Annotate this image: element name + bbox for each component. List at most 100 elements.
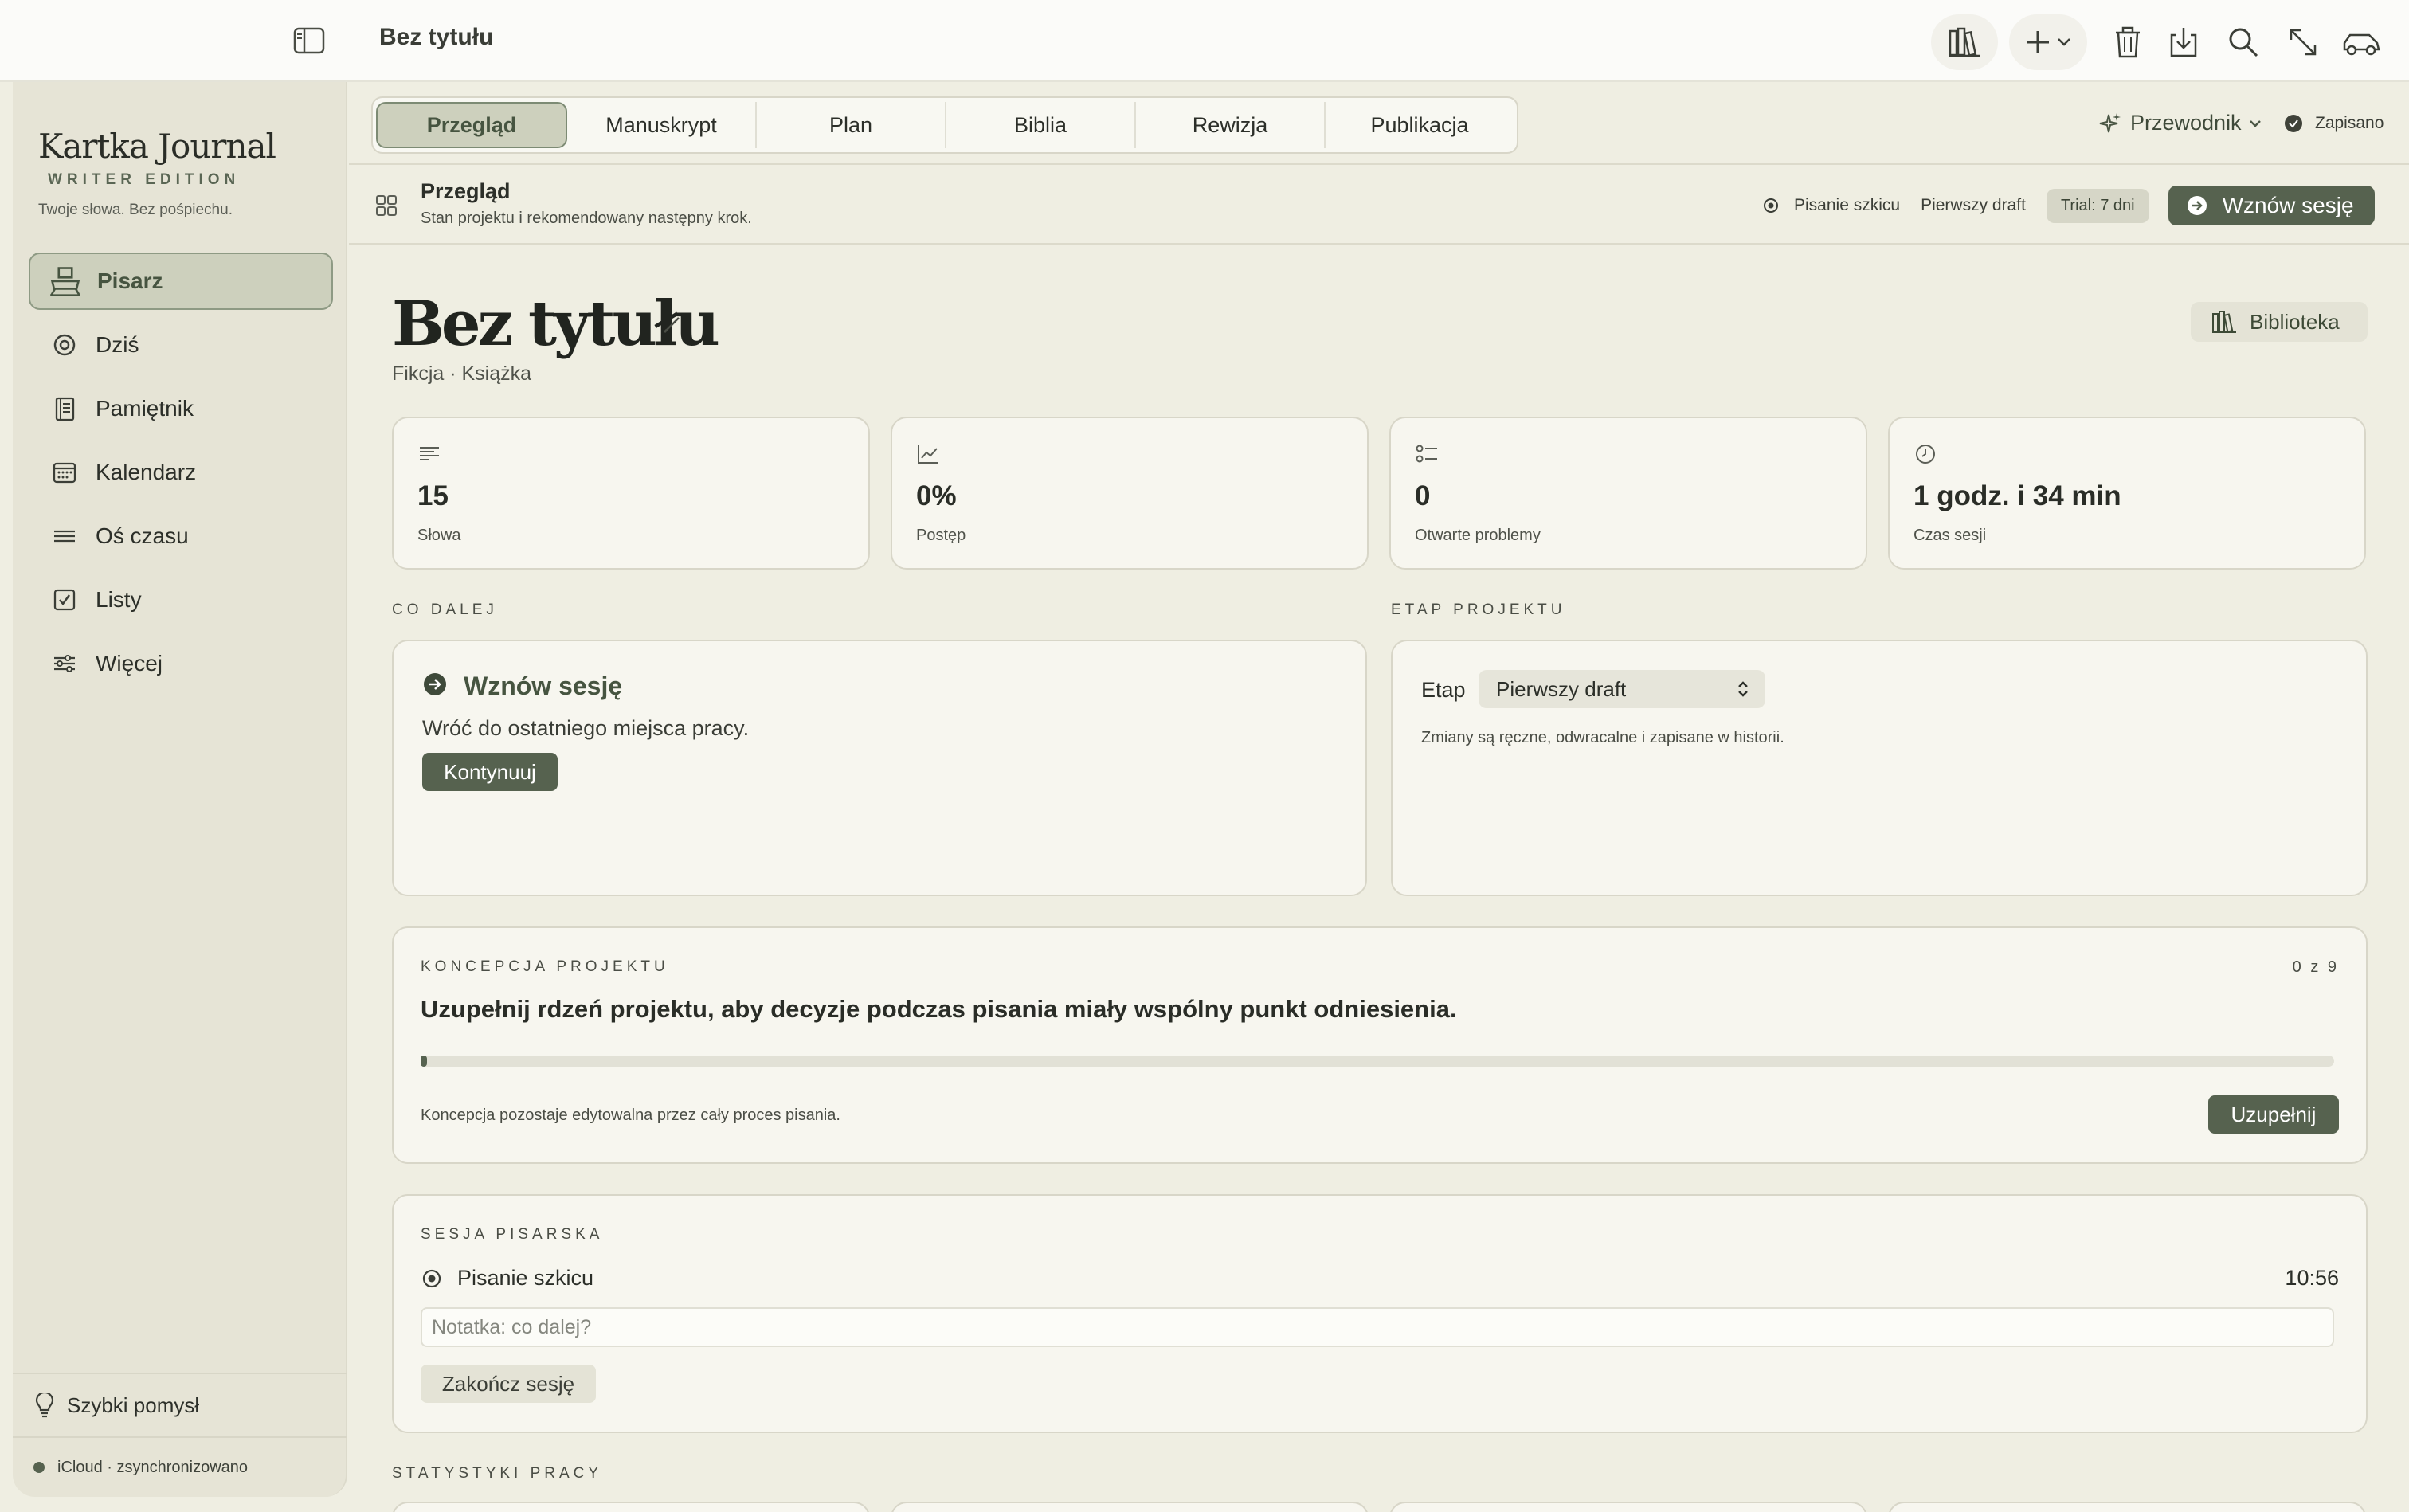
brand-tagline: Twoje słowa. Bez pośpiechu. xyxy=(38,202,233,218)
session-badges: Pisanie szkicu Pierwszy draft Trial: 7 d… xyxy=(1762,186,2375,225)
stage-heading: ETAP PROJEKTU xyxy=(1391,601,1566,618)
add-menu-button[interactable] xyxy=(2009,14,2087,70)
session-heading: SESJA PISARSKA xyxy=(421,1226,604,1243)
resume-session-button[interactable]: Wznów sesję xyxy=(2168,186,2375,225)
next-title: Wznów sesję xyxy=(464,672,623,700)
library-button[interactable]: Biblioteka xyxy=(2191,302,2368,342)
trial-badge: Trial: 7 dni xyxy=(2046,188,2149,223)
checkmark-icon xyxy=(2285,115,2302,132)
stage-field-label: Etap xyxy=(1421,678,1466,702)
stat-card-words: 15 Słowa xyxy=(392,417,870,570)
sidebar-nav: Pisarz Dziś Pamiętnik Kalendarz Oś czasu… xyxy=(29,253,333,699)
sparkle-icon xyxy=(2099,112,2121,132)
sidebar-item-kalendarz[interactable]: Kalendarz xyxy=(29,444,333,501)
sidebar-item-label: Pamiętnik xyxy=(96,396,194,421)
typewriter-icon xyxy=(50,267,80,296)
work-stat-card xyxy=(1888,1502,2366,1512)
radio-dot-icon xyxy=(1764,198,1778,213)
stat-card-session-time: 1 godz. i 34 min Czas sesji xyxy=(1888,417,2366,570)
stage-label: Pierwszy draft xyxy=(1921,196,2026,214)
arrow-circle-icon xyxy=(424,673,446,695)
sync-status: iCloud · zsynchronizowano xyxy=(13,1436,347,1497)
guide-label: Przewodnik xyxy=(2130,111,2242,135)
sidebar-item-label: Listy xyxy=(96,587,142,612)
expand-icon[interactable] xyxy=(2286,25,2320,59)
plus-icon xyxy=(2027,31,2049,53)
concept-progress-fill xyxy=(421,1056,427,1067)
writing-session-card: SESJA PISARSKA Pisanie szkicu 10:56 Zako… xyxy=(392,1194,2368,1433)
fill-in-button[interactable]: Uzupełnij xyxy=(2208,1095,2339,1134)
stat-card-problems: 0 Otwarte problemy xyxy=(1389,417,1867,570)
resume-session-label: Wznów sesję xyxy=(2222,193,2354,217)
stat-label: Otwarte problemy xyxy=(1415,527,1541,544)
sidebar-item-pamietnik[interactable]: Pamiętnik xyxy=(29,380,333,437)
updown-chevron-icon xyxy=(1738,681,1748,697)
tab-przeglad[interactable]: Przegląd xyxy=(376,102,567,148)
sidebar-toggle-icon[interactable] xyxy=(293,27,325,54)
target-icon xyxy=(53,334,76,356)
pencil-icon[interactable] xyxy=(661,313,684,335)
tab-plan[interactable]: Plan xyxy=(757,102,946,148)
download-icon[interactable] xyxy=(2167,25,2200,59)
sidebar-item-os-czasu[interactable]: Oś czasu xyxy=(29,507,333,565)
sidebar-item-wiecej[interactable]: Więcej xyxy=(29,635,333,692)
quick-idea-label: Szybki pomysł xyxy=(67,1393,200,1417)
concept-title: Uzupełnij rdzeń projektu, aby decyzje po… xyxy=(421,995,1457,1023)
radio-dot-icon xyxy=(422,1269,441,1288)
tab-rewizja[interactable]: Rewizja xyxy=(1136,102,1326,148)
next-text: Wróć do ostatniego miejsca pracy. xyxy=(422,716,750,740)
clock-icon xyxy=(1916,445,1935,464)
sidebar: Kartka Journal WRITER EDITION Twoje słow… xyxy=(13,82,347,1497)
sidebar-item-pisarz[interactable]: Pisarz xyxy=(29,253,333,310)
sidebar-item-label: Pisarz xyxy=(97,268,163,293)
mode-label: Pisanie szkicu xyxy=(1794,196,1901,214)
concept-footer: Koncepcja pozostaje edytowalna przez cał… xyxy=(421,1107,840,1124)
continue-button[interactable]: Kontynuuj xyxy=(422,753,558,791)
guide-menu-button[interactable]: Przewodnik xyxy=(2098,111,2262,135)
sidebar-item-label: Oś czasu xyxy=(96,523,189,548)
session-mode: Pisanie szkicu xyxy=(457,1266,594,1290)
brand-edition: WRITER EDITION xyxy=(48,171,241,188)
stat-card-progress: 0% Postęp xyxy=(891,417,1369,570)
stage-select[interactable]: Pierwszy draft xyxy=(1479,670,1765,708)
session-timer: 10:56 xyxy=(2285,1266,2339,1290)
library-label: Biblioteka xyxy=(2250,309,2340,334)
library-toolbar-button[interactable] xyxy=(1931,14,1998,70)
books-icon xyxy=(1949,27,1980,57)
session-note-input[interactable] xyxy=(421,1307,2334,1347)
stage-note: Zmiany są ręczne, odwracalne i zapisane … xyxy=(1421,729,1784,746)
title-bar: Bez tytułu xyxy=(0,0,2409,82)
stat-value: 1 godz. i 34 min xyxy=(1913,480,2121,511)
sidebar-item-listy[interactable]: Listy xyxy=(29,571,333,629)
stat-label: Postęp xyxy=(916,527,966,544)
work-stat-card xyxy=(891,1502,1369,1512)
next-step-card: Wznów sesję Wróć do ostatniego miejsca p… xyxy=(392,640,1367,896)
search-icon[interactable] xyxy=(2227,25,2260,59)
tab-biblia[interactable]: Biblia xyxy=(946,102,1136,148)
stat-label: Słowa xyxy=(417,527,461,544)
concept-progress-bar xyxy=(421,1056,2334,1067)
project-stage-card: Etap Pierwszy draft Zmiany są ręczne, od… xyxy=(1391,640,2368,896)
main-content: Przegląd Manuskrypt Plan Biblia Rewizja … xyxy=(349,82,2409,1512)
text-lines-icon xyxy=(420,447,439,460)
work-stats-heading: STATYSTYKI PRACY xyxy=(392,1465,603,1482)
tab-publikacja[interactable]: Publikacja xyxy=(1326,102,1514,148)
chevron-down-icon xyxy=(2249,119,2261,127)
end-session-button[interactable]: Zakończ sesję xyxy=(421,1365,596,1403)
trash-icon[interactable] xyxy=(2111,25,2145,59)
sync-dot-icon xyxy=(33,1462,45,1473)
chevron-down-icon xyxy=(2058,38,2070,46)
quick-idea-button[interactable]: Szybki pomysł xyxy=(13,1373,347,1436)
brand-name: Kartka Journal xyxy=(38,127,276,166)
section-tabs: Przegląd Manuskrypt Plan Biblia Rewizja … xyxy=(371,96,1518,154)
tab-manuskrypt[interactable]: Manuskrypt xyxy=(567,102,757,148)
project-concept-card: KONCEPCJA PROJEKTU 0 z 9 Uzupełnij rdzeń… xyxy=(392,926,2368,1164)
sidebar-item-label: Kalendarz xyxy=(96,460,197,484)
work-stat-card xyxy=(1389,1502,1867,1512)
sidebar-item-dzis[interactable]: Dziś xyxy=(29,316,333,374)
timeline-icon xyxy=(54,530,75,543)
sync-status-label: iCloud · zsynchronizowano xyxy=(57,1458,249,1476)
stat-value: 0 xyxy=(1415,480,1431,511)
car-icon[interactable] xyxy=(2340,25,2382,59)
arrow-circle-icon xyxy=(2187,196,2207,215)
